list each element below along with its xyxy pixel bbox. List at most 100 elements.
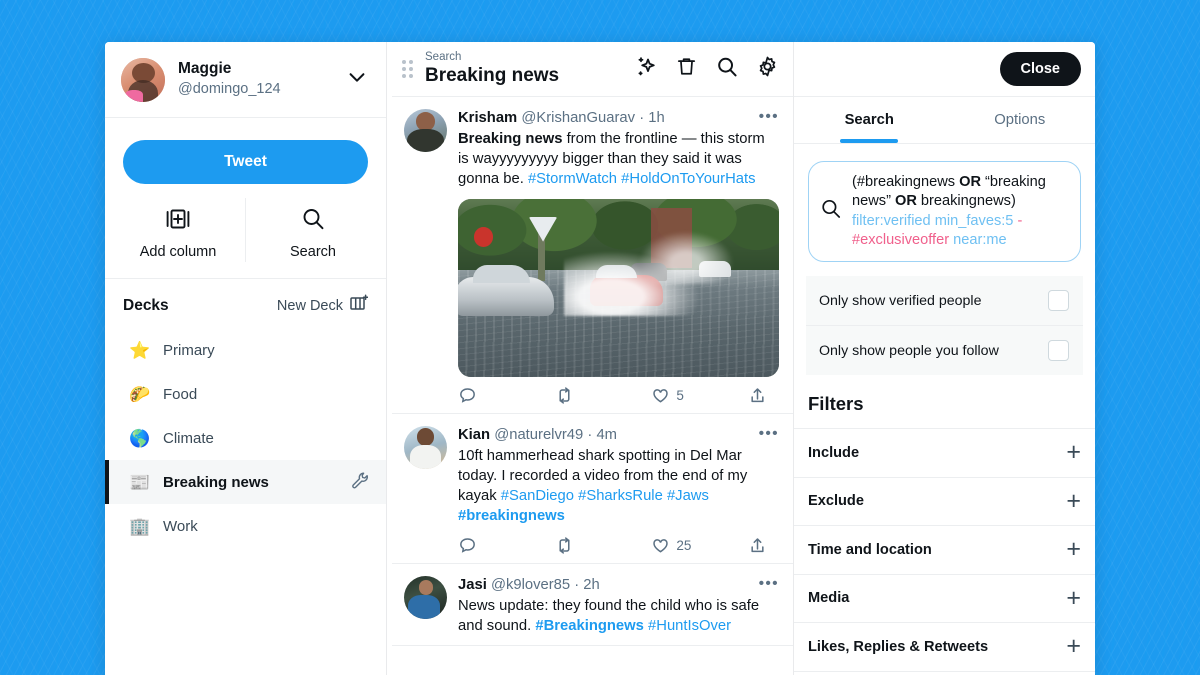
table-row[interactable]: Kian @naturelvr49 · 4m ••• 10ft hammerhe… xyxy=(392,414,793,564)
plus-icon[interactable]: + xyxy=(1066,488,1081,512)
filter-likes-replies-retweets[interactable]: Likes, Replies & Retweets + xyxy=(794,623,1095,672)
globe-icon: 🌎 xyxy=(129,428,151,448)
search-icon[interactable] xyxy=(715,55,739,84)
retweet-button[interactable] xyxy=(555,536,652,555)
avatar[interactable] xyxy=(404,425,447,469)
hashtag-link[interactable]: #HuntIsOver xyxy=(648,618,731,634)
tweet-media-image[interactable] xyxy=(458,198,779,377)
hashtag-link[interactable]: #StormWatch xyxy=(528,171,617,187)
more-options-icon[interactable]: ••• xyxy=(753,109,779,124)
search-input[interactable]: (#breakingnews OR “breaking news” OR bre… xyxy=(808,161,1081,262)
tab-search[interactable]: Search xyxy=(794,97,945,143)
query-line2-a: news” xyxy=(852,193,895,210)
like-button[interactable]: 25 xyxy=(651,536,748,555)
tweet-text: Breaking news from the frontline — this … xyxy=(458,130,779,190)
tweetdeck-window: Maggie @domingo_124 Tweet Add column Sea… xyxy=(105,42,1095,675)
account-switcher[interactable]: Maggie @domingo_124 xyxy=(105,42,386,118)
hashtag-link[interactable]: #HoldOnToYourHats xyxy=(621,171,755,187)
column-titles: Search Breaking news xyxy=(425,51,634,86)
more-options-icon[interactable]: ••• xyxy=(753,426,779,441)
new-deck-button[interactable]: New Deck xyxy=(276,294,369,317)
plus-icon[interactable]: + xyxy=(1066,440,1081,464)
hashtag-link[interactable]: #breakingnews xyxy=(458,508,565,524)
toggle-verified-people[interactable]: Only show verified people xyxy=(806,276,1083,325)
sidebar-search-label: Search xyxy=(290,244,336,260)
search-icon xyxy=(300,206,326,237)
tweet-author-handle[interactable]: @KrishanGuarav xyxy=(521,110,635,126)
column-kicker: Search xyxy=(425,51,462,64)
table-row[interactable]: Jasi @k9lover85 · 2h ••• News update: th… xyxy=(392,564,793,646)
tweet-feed[interactable]: Krisham @KrishanGuarav · 1h ••• Breaking… xyxy=(392,97,793,675)
filter-media[interactable]: Media + xyxy=(794,575,1095,623)
chevron-down-icon[interactable] xyxy=(346,66,368,93)
office-building-icon: 🏢 xyxy=(129,516,151,536)
drag-handle-icon[interactable] xyxy=(402,60,413,78)
add-column-button[interactable]: Add column xyxy=(111,198,245,262)
like-button[interactable]: 5 xyxy=(651,386,748,405)
tweet-actions: 25 xyxy=(458,536,779,555)
hashtag-link[interactable]: #SanDiego xyxy=(501,488,574,504)
tab-options[interactable]: Options xyxy=(945,97,1096,143)
reply-button[interactable] xyxy=(458,386,555,405)
toggle-people-you-follow[interactable]: Only show people you follow xyxy=(806,325,1083,375)
tweet-meta: Krisham @KrishanGuarav · 1h ••• xyxy=(458,109,779,129)
tweet-author-name[interactable]: Jasi xyxy=(458,577,487,593)
tweet-meta: Jasi @k9lover85 · 2h ••• xyxy=(458,576,779,596)
share-button[interactable] xyxy=(748,536,773,555)
sidebar-search-button[interactable]: Search xyxy=(245,198,380,262)
avatar[interactable] xyxy=(404,575,447,619)
sidebar-item-climate[interactable]: 🌎 Climate xyxy=(105,416,386,460)
like-count: 5 xyxy=(676,387,684,403)
hashtag-link[interactable]: #Breakingnews xyxy=(535,618,644,634)
account-handle: @domingo_124 xyxy=(178,80,281,97)
trash-icon[interactable] xyxy=(675,55,698,83)
close-button[interactable]: Close xyxy=(999,52,1081,86)
checkbox[interactable] xyxy=(1048,340,1069,361)
tweet-author-handle[interactable]: @k9lover85 xyxy=(491,577,570,593)
filter-exclude[interactable]: Exclude + xyxy=(794,478,1095,526)
gear-icon[interactable] xyxy=(756,55,779,83)
like-count: 25 xyxy=(676,537,692,553)
hashtag-link[interactable]: #SharksRule xyxy=(578,488,663,504)
hashtag-link[interactable]: #Jaws xyxy=(667,488,709,504)
sidebar-item-breaking-news[interactable]: 📰 Breaking news xyxy=(105,460,386,504)
tweet-button[interactable]: Tweet xyxy=(123,140,368,184)
tweet-author-handle[interactable]: @naturelvr49 xyxy=(494,427,583,443)
decks-list: ⭐ Primary 🌮 Food 🌎 Climate 📰 Breaking ne… xyxy=(105,328,386,548)
panel-top-bar: Close xyxy=(794,42,1095,97)
sidebar-item-food[interactable]: 🌮 Food xyxy=(105,372,386,416)
tweet-meta: Kian @naturelvr49 · 4m ••• xyxy=(458,426,779,446)
sidebar-item-primary[interactable]: ⭐ Primary xyxy=(105,328,386,372)
query-line1-b: “breaking xyxy=(980,174,1046,190)
share-button[interactable] xyxy=(748,386,773,405)
plus-icon[interactable]: + xyxy=(1066,634,1081,658)
tweet-body: Jasi @k9lover85 · 2h ••• News update: th… xyxy=(458,576,779,637)
star-icon: ⭐ xyxy=(129,340,151,360)
wrench-icon[interactable] xyxy=(351,471,370,494)
tweet-separator: · xyxy=(574,576,584,593)
tweet-text: News update: they found the child who is… xyxy=(458,597,779,637)
avatar[interactable] xyxy=(404,109,447,152)
more-options-icon[interactable]: ••• xyxy=(753,576,779,591)
tweet-text: 10ft hammerhead shark spotting in Del Ma… xyxy=(458,447,779,527)
plus-icon[interactable]: + xyxy=(1066,537,1081,561)
filter-include[interactable]: Include + xyxy=(794,429,1095,478)
filter-time-and-location[interactable]: Time and location + xyxy=(794,526,1095,575)
tweet-author-name[interactable]: Kian xyxy=(458,427,490,443)
sidebar: Maggie @domingo_124 Tweet Add column Sea… xyxy=(105,42,387,675)
quick-actions: Add column Search xyxy=(105,198,386,279)
tweet-author-name[interactable]: Krisham xyxy=(458,110,517,126)
checkbox[interactable] xyxy=(1048,290,1069,311)
sidebar-item-work[interactable]: 🏢 Work xyxy=(105,504,386,548)
query-wrapper: (#breakingnews OR “breaking news” OR bre… xyxy=(794,144,1095,276)
retweet-button[interactable] xyxy=(555,386,652,405)
sparkles-icon[interactable] xyxy=(634,55,658,84)
add-column-label: Add column xyxy=(139,244,217,260)
avatar[interactable] xyxy=(121,57,165,102)
table-row[interactable]: Krisham @KrishanGuarav · 1h ••• Breaking… xyxy=(392,97,793,414)
new-deck-label: New Deck xyxy=(276,297,343,314)
plus-icon[interactable]: + xyxy=(1066,585,1081,609)
toggle-label: Only show people you follow xyxy=(819,342,999,359)
reply-button[interactable] xyxy=(458,536,555,555)
decks-header: Decks New Deck xyxy=(105,279,386,328)
